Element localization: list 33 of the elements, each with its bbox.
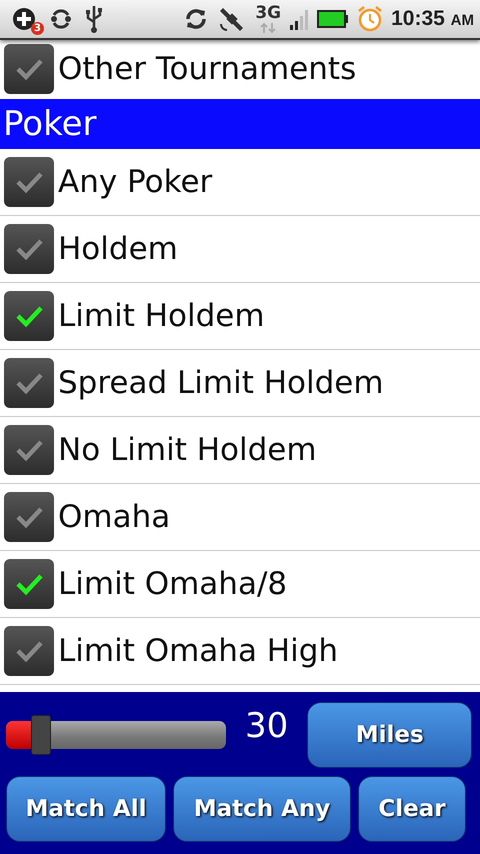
clock-time: 10:35 AM [391,7,474,31]
usb-icon [84,4,104,34]
distance-value: 30 [244,706,290,746]
checkbox[interactable] [4,559,54,609]
distance-slider[interactable] [6,715,226,755]
option-label[interactable]: Any Poker [58,164,212,200]
action-button[interactable]: Match Any [173,776,351,842]
alarm-clock-icon [357,5,384,33]
notification-badge: 3 [31,22,44,35]
checkbox[interactable] [4,291,54,341]
option-label[interactable]: Omaha [58,499,170,535]
option-label[interactable]: No Limit Holdem [58,432,317,468]
checkbox[interactable] [4,626,54,676]
action-button[interactable]: Match All [6,776,166,842]
battery-icon [317,9,350,29]
option-label[interactable]: Limit Holdem [58,298,265,334]
checkbox[interactable] [4,44,54,94]
checkbox[interactable] [4,358,54,408]
option-label[interactable]: Limit Omaha/8 [58,566,288,602]
option-label[interactable]: Holdem [58,231,178,267]
option-label[interactable]: Spread Limit Holdem [58,365,384,401]
option-label[interactable]: Limit Omaha High [58,633,338,669]
units-button[interactable]: Miles [307,702,472,768]
checkbox[interactable] [4,425,54,475]
signal-icon [289,7,310,31]
network-type: 3G [255,4,282,22]
option-label[interactable]: Other Tournaments [58,51,356,87]
checkbox[interactable] [4,492,54,542]
action-button[interactable]: Clear [358,776,466,842]
section-header: Poker [0,99,480,149]
checkbox[interactable] [4,157,54,207]
checkbox[interactable] [4,224,54,274]
data-arrows-icon [260,22,276,34]
